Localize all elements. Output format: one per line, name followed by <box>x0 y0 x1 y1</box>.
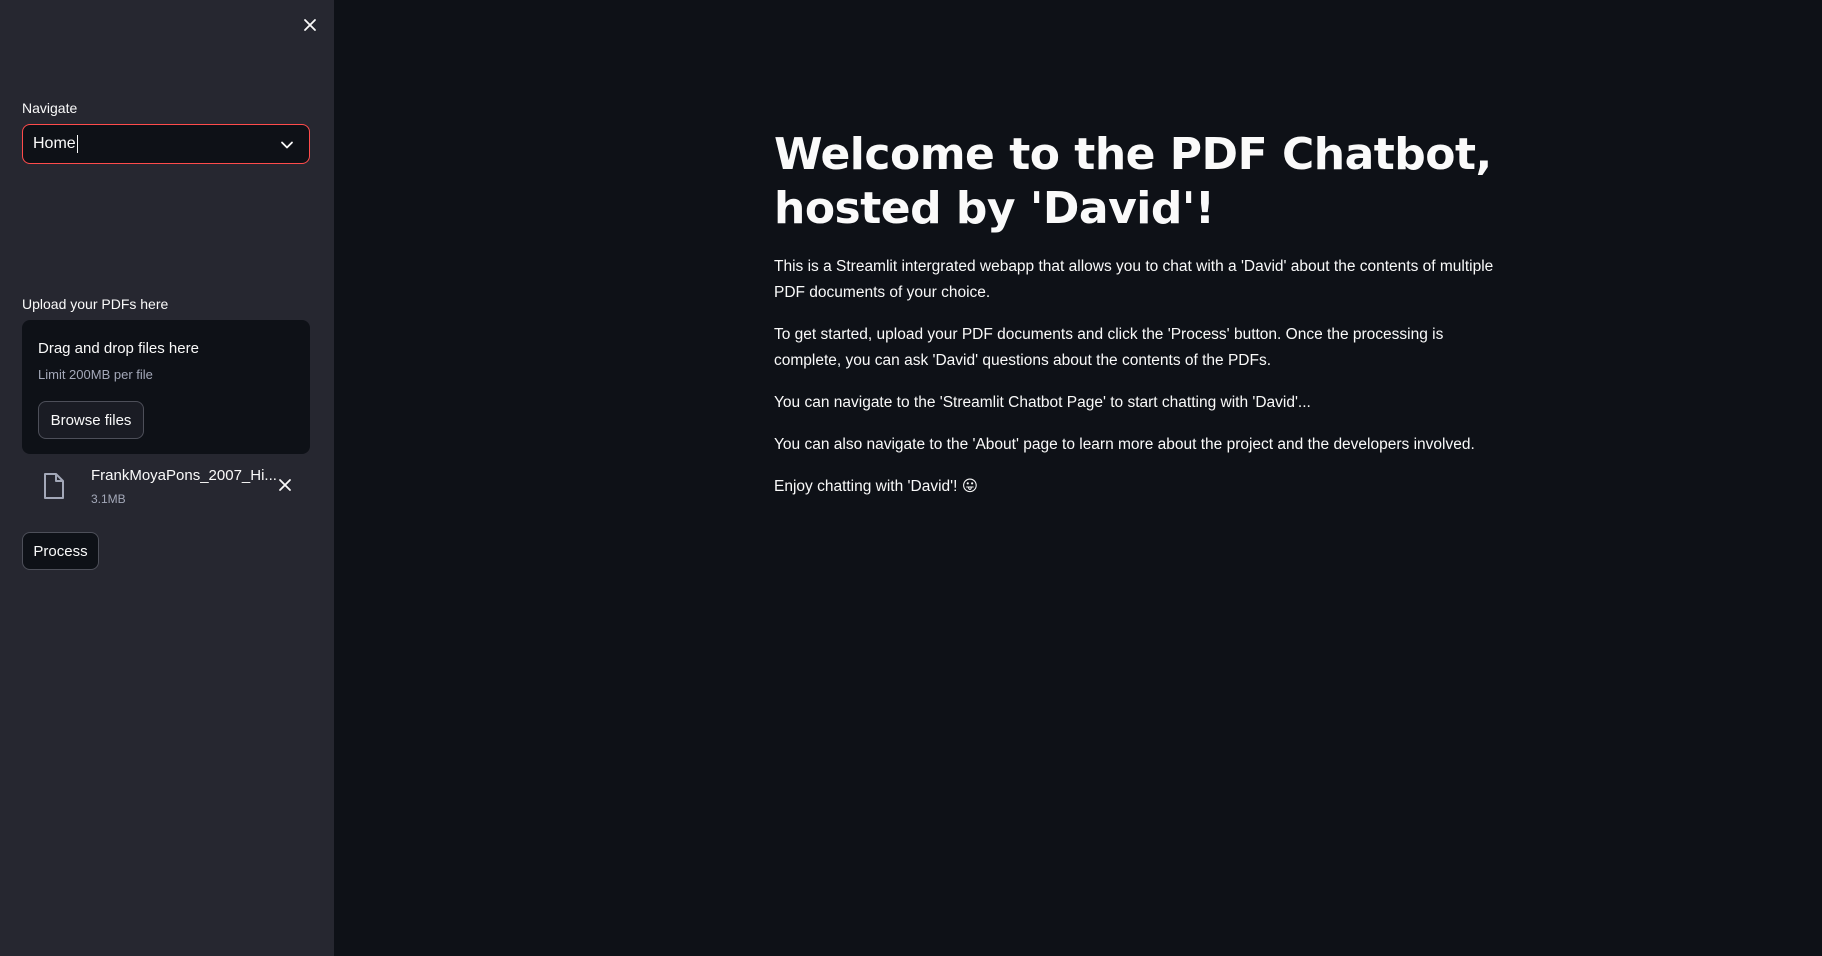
content-block: Welcome to the PDF Chatbot, hosted by 'D… <box>774 128 1494 516</box>
dropzone-title: Drag and drop files here <box>38 340 199 357</box>
close-icon <box>304 19 316 31</box>
file-icon <box>44 473 64 499</box>
close-sidebar-button[interactable] <box>297 12 323 38</box>
upload-label: Upload your PDFs here <box>22 296 169 312</box>
intro-paragraph: This is a Streamlit intergrated webapp t… <box>774 258 1494 301</box>
chatbot-page-paragraph: You can navigate to the 'Streamlit Chatb… <box>774 394 1311 411</box>
file-dropzone[interactable]: Drag and drop files here Limit 200MB per… <box>22 320 310 454</box>
page-title: Welcome to the PDF Chatbot, hosted by 'D… <box>774 129 1492 234</box>
process-button[interactable]: Process <box>22 532 99 570</box>
browse-files-button[interactable]: Browse files <box>38 401 144 439</box>
navigate-select[interactable]: Home <box>22 124 310 164</box>
enjoy-paragraph: Enjoy chatting with 'David'! 😛 <box>774 478 978 495</box>
chevron-down-icon <box>281 141 293 149</box>
app: Navigate Home Upload your PDFs here Drag… <box>0 0 1822 956</box>
main-content: Welcome to the PDF Chatbot, hosted by 'D… <box>334 0 1822 956</box>
getting-started-paragraph: To get started, upload your PDF document… <box>774 326 1444 369</box>
text-caret <box>76 135 78 153</box>
file-size: 3.1MB <box>91 492 126 506</box>
dropzone-limit: Limit 200MB per file <box>38 367 153 382</box>
file-name: FrankMoyaPons_2007_Hi... <box>91 467 277 484</box>
uploaded-file: FrankMoyaPons_2007_Hi... 3.1MB <box>22 462 310 510</box>
remove-file-icon[interactable] <box>274 474 296 496</box>
navigate-select-value: Home <box>33 135 76 152</box>
navigate-label: Navigate <box>22 100 78 116</box>
about-page-paragraph: You can also navigate to the 'About' pag… <box>774 436 1475 453</box>
sidebar: Navigate Home Upload your PDFs here Drag… <box>0 0 334 956</box>
